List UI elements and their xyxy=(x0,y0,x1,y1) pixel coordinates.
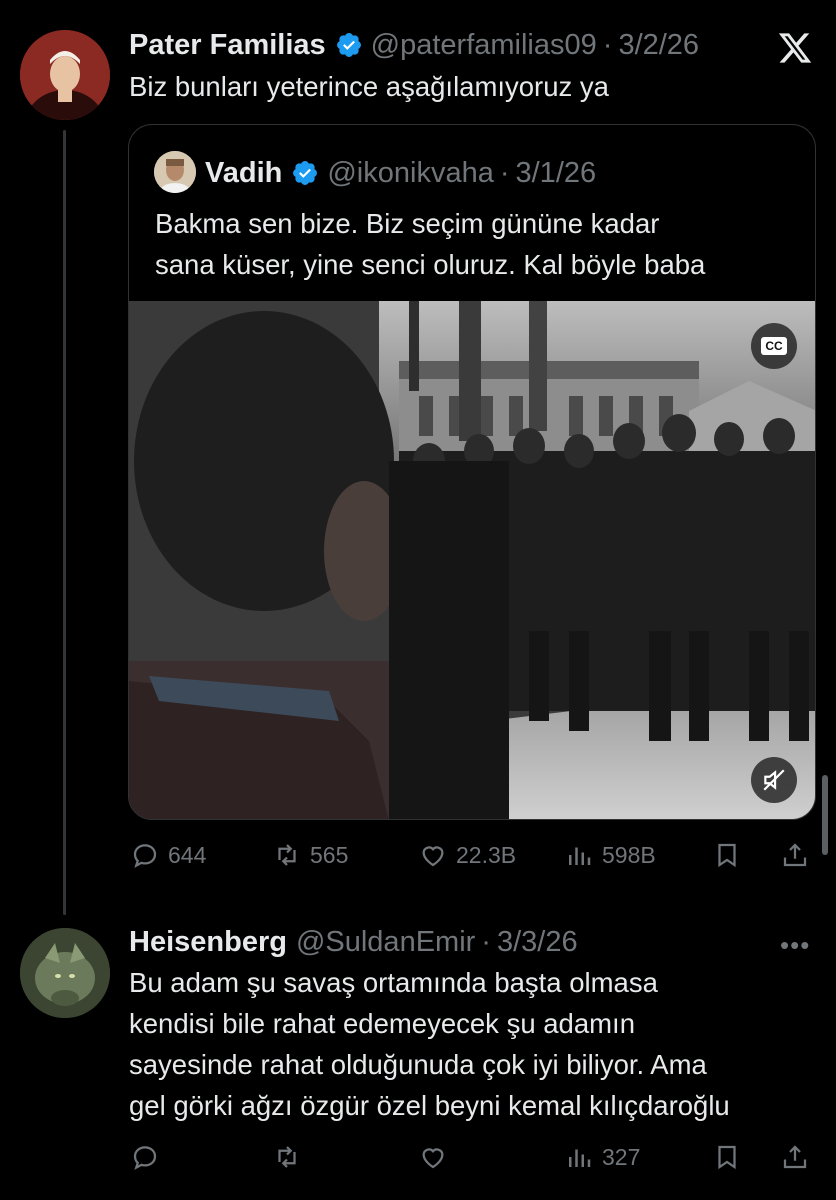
repost-count: 565 xyxy=(310,841,349,868)
quote-text-line: Bakma sen bize. Biz seçim gününe kadar xyxy=(155,208,660,239)
author-handle[interactable]: @paterfamilias09 xyxy=(371,29,597,62)
reply-text-line: sayesinde rahat olduğunuda çok iyi biliy… xyxy=(129,1049,707,1080)
like-button[interactable]: 22.3B xyxy=(418,840,516,870)
reply-views-button[interactable]: 327 xyxy=(564,1142,640,1172)
reply-date[interactable]: 3/3/26 xyxy=(497,926,578,959)
repost-icon xyxy=(278,1146,296,1168)
more-icon[interactable]: ••• xyxy=(780,930,810,961)
reply-like-button[interactable] xyxy=(418,1142,448,1172)
reply-views-count: 327 xyxy=(602,1143,641,1170)
reply-share-button[interactable] xyxy=(780,1142,810,1172)
views-icon xyxy=(569,847,591,865)
video-frame xyxy=(129,301,815,819)
x-logo-icon[interactable] xyxy=(776,30,814,66)
tweet-header: Pater Familias @paterfamilias09 · 3/2/26 xyxy=(129,27,699,63)
video-player[interactable]: CC xyxy=(129,301,815,819)
reply-header: Heisenberg @SuldanEmir · 3/3/26 xyxy=(129,924,578,960)
like-icon xyxy=(422,1148,444,1169)
quote-date[interactable]: 3/1/26 xyxy=(516,157,597,190)
views-button[interactable]: 598B xyxy=(564,840,656,870)
share-button[interactable] xyxy=(780,840,810,870)
share-icon xyxy=(783,843,807,867)
thread-line xyxy=(63,130,66,915)
reply-icon xyxy=(133,1146,157,1170)
views-count: 598B xyxy=(602,841,656,868)
cc-icon: CC xyxy=(761,337,787,355)
author-name[interactable]: Pater Familias xyxy=(129,29,326,62)
bookmark-icon xyxy=(718,1145,736,1170)
reply-text-line: gel görki ağzı özgür özel beyni kemal kı… xyxy=(129,1090,730,1121)
reply-text-line: kendisi bile rahat edemeyecek şu adamın xyxy=(129,1008,635,1039)
quote-text-line: sana küser, yine senci oluruz. Kal böyle… xyxy=(155,249,706,280)
reply-text-line: Bu adam şu savaş ortamında başta olmasa xyxy=(129,967,658,998)
tweet-text: Biz bunları yeterince aşağılamıyoruz ya xyxy=(129,71,609,102)
repost-button[interactable]: 565 xyxy=(272,840,348,870)
mute-button[interactable] xyxy=(751,757,797,803)
reply-bookmark-button[interactable] xyxy=(712,1142,742,1172)
separator-dot: · xyxy=(481,925,491,958)
reply-author-name[interactable]: Heisenberg xyxy=(129,926,287,959)
like-count: 22.3B xyxy=(456,841,517,868)
author-avatar[interactable] xyxy=(20,30,110,120)
separator-dot: · xyxy=(499,156,510,189)
cc-button[interactable]: CC xyxy=(751,323,797,369)
verified-badge-icon xyxy=(293,161,318,185)
verified-badge-icon xyxy=(336,33,361,57)
repost-icon xyxy=(278,844,296,866)
quote-text: Bakma sen bize. Biz seçim gününe kadar s… xyxy=(155,203,705,285)
quote-author-handle[interactable]: @ikonikvaha xyxy=(327,157,493,190)
reply-button[interactable]: 644 xyxy=(130,840,206,870)
quote-header: Vadih @ikonikvaha · 3/1/26 xyxy=(205,155,596,191)
separator-dot: · xyxy=(602,28,613,61)
quote-author-name[interactable]: Vadih xyxy=(205,157,282,190)
tweet-date[interactable]: 3/2/26 xyxy=(618,29,699,62)
views-icon xyxy=(569,1149,591,1167)
reply-repost-button[interactable] xyxy=(272,1142,302,1172)
reply-count: 644 xyxy=(168,841,207,868)
scrollbar[interactable] xyxy=(822,775,828,855)
mute-icon xyxy=(763,769,785,791)
reply-icon xyxy=(133,844,157,868)
reply-author-handle[interactable]: @SuldanEmir xyxy=(296,926,475,959)
quote-card[interactable]: Vadih @ikonikvaha · 3/1/26 Bakma sen biz… xyxy=(128,124,816,820)
like-icon xyxy=(422,846,444,867)
share-icon xyxy=(783,1145,807,1169)
reply-reply-button[interactable] xyxy=(130,1142,160,1172)
reply-author-avatar[interactable] xyxy=(20,928,110,1018)
quote-author-avatar[interactable] xyxy=(154,151,196,193)
bookmark-icon xyxy=(718,843,736,868)
bookmark-button[interactable] xyxy=(712,840,742,870)
reply-text: Bu adam şu savaş ortamında başta olmasa … xyxy=(129,962,730,1126)
